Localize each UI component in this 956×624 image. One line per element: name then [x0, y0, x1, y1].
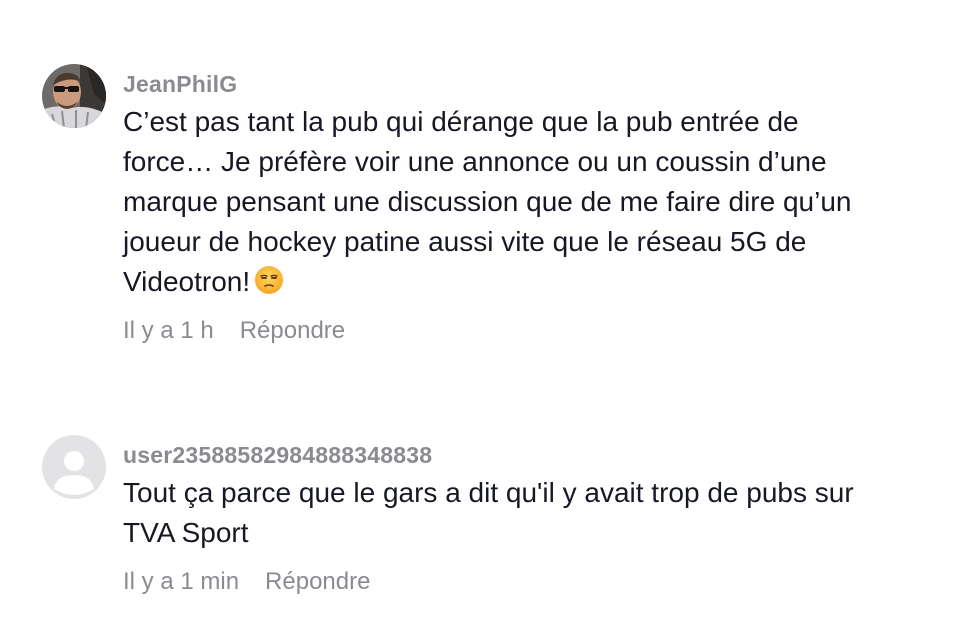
avatar[interactable] — [42, 64, 106, 128]
comment-username[interactable]: user2358858298488834883­8 — [123, 441, 943, 469]
comment-meta: Il y a 1 min Répondre — [123, 567, 943, 597]
comment-text-content: C’est pas tant la pub qui dérange que la… — [123, 106, 852, 297]
reply-button[interactable]: Répondre — [265, 567, 370, 597]
comment-timestamp: Il y a 1 h — [123, 317, 214, 344]
reply-button[interactable]: Répondre — [240, 316, 345, 346]
unamused-face-icon — [254, 265, 284, 295]
comment-body: JeanPhilG C’est pas tant la pub qui déra… — [123, 62, 943, 346]
comment-meta: Il y a 1 h Répondre — [123, 316, 943, 346]
avatar[interactable] — [42, 435, 106, 499]
comment-text: C’est pas tant la pub qui dérange que la… — [123, 102, 943, 302]
comment-username[interactable]: JeanPhilG — [123, 70, 943, 98]
user-photo-icon — [42, 64, 106, 128]
comment-timestamp: Il y a 1 min — [123, 568, 240, 595]
default-user-icon — [42, 435, 106, 499]
comment-body: user2358858298488834883­8 Tout ça parce … — [123, 433, 943, 597]
comment-text: Tout ça parce que le gars a dit qu'il y … — [123, 477, 854, 548]
